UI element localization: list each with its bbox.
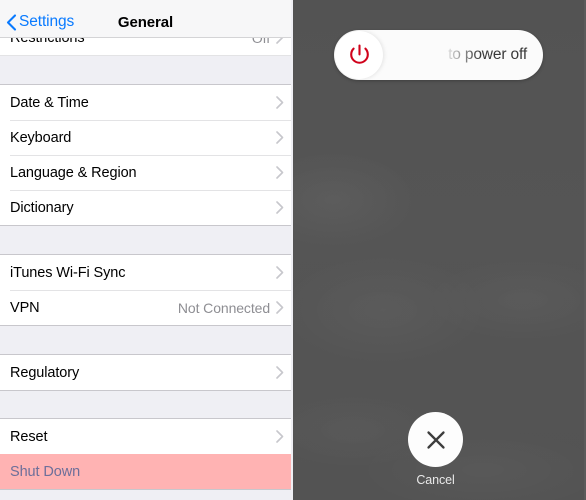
section-gap xyxy=(0,56,291,84)
chevron-right-icon xyxy=(276,301,284,314)
cancel-button[interactable]: Cancel xyxy=(408,412,463,487)
row-value: Not Connected xyxy=(177,299,270,316)
slider-knob[interactable] xyxy=(335,31,383,79)
row-label: iTunes Wi-Fi Sync xyxy=(10,264,126,281)
row-label: Reset xyxy=(10,428,48,445)
settings-row-vpn[interactable]: VPN Not Connected xyxy=(0,290,291,325)
row-accessory xyxy=(270,131,291,144)
section-gap xyxy=(0,326,291,354)
chevron-right-icon xyxy=(276,37,284,44)
chevron-right-icon xyxy=(276,201,284,214)
power-off-overlay-pane: to power off Cancel xyxy=(293,0,586,500)
section-gap xyxy=(0,226,291,254)
section-gap xyxy=(0,391,291,418)
settings-group-2: iTunes Wi-Fi Sync VPN Not Connected xyxy=(0,254,291,326)
row-accessory xyxy=(270,366,291,379)
chevron-right-icon xyxy=(276,96,284,109)
navigation-bar: Settings General xyxy=(0,8,291,38)
chevron-right-icon xyxy=(276,266,284,279)
page-title: General xyxy=(117,14,174,31)
chevron-right-icon xyxy=(276,366,284,379)
settings-row-shut-down[interactable]: Shut Down xyxy=(0,454,291,489)
row-label: Keyboard xyxy=(10,129,72,146)
chevron-right-icon xyxy=(276,166,284,179)
row-value: Off xyxy=(251,37,270,46)
settings-row-keyboard[interactable]: Keyboard xyxy=(0,120,291,155)
cancel-button-circle[interactable] xyxy=(408,412,463,467)
row-label: VPN xyxy=(10,299,40,316)
settings-row-date-time[interactable]: Date & Time xyxy=(0,85,291,120)
row-accessory xyxy=(270,166,291,179)
settings-group-3: Regulatory xyxy=(0,354,291,391)
row-accessory: Off xyxy=(252,37,291,46)
chevron-right-icon xyxy=(276,430,284,443)
row-accessory: Not Connected xyxy=(178,300,291,316)
row-accessory xyxy=(270,266,291,279)
screenshot-root: Restrictions Off Date & Time Keyboard La… xyxy=(0,0,586,500)
row-accessory xyxy=(270,430,291,443)
settings-row-itunes-wifi-sync[interactable]: iTunes Wi-Fi Sync xyxy=(0,255,291,290)
row-label: Shut Down xyxy=(10,463,81,480)
row-accessory xyxy=(270,96,291,109)
settings-row-language-region[interactable]: Language & Region xyxy=(0,155,291,190)
settings-row-dictionary[interactable]: Dictionary xyxy=(0,190,291,225)
close-x-icon xyxy=(426,430,445,449)
cancel-button-label: Cancel xyxy=(416,473,455,487)
chevron-right-icon xyxy=(276,131,284,144)
settings-row-reset[interactable]: Reset xyxy=(0,419,291,454)
row-label: Date & Time xyxy=(10,94,89,111)
settings-row-restrictions[interactable]: Restrictions Off xyxy=(0,37,291,56)
settings-row-regulatory[interactable]: Regulatory xyxy=(0,355,291,390)
slide-to-power-off-slider[interactable]: to power off xyxy=(334,30,543,80)
row-accessory xyxy=(270,201,291,214)
settings-group-4: Reset Shut Down xyxy=(0,418,291,490)
row-label: Restrictions xyxy=(10,37,85,46)
settings-scroll-view[interactable]: Restrictions Off Date & Time Keyboard La… xyxy=(0,0,291,500)
row-label: Language & Region xyxy=(10,164,137,181)
row-label: Regulatory xyxy=(10,364,80,381)
slider-label: to power off xyxy=(448,46,527,63)
row-label: Dictionary xyxy=(10,199,74,216)
power-icon xyxy=(349,44,369,64)
settings-group-1: Date & Time Keyboard Language & Region D… xyxy=(0,84,291,226)
settings-pane: Restrictions Off Date & Time Keyboard La… xyxy=(0,0,291,500)
